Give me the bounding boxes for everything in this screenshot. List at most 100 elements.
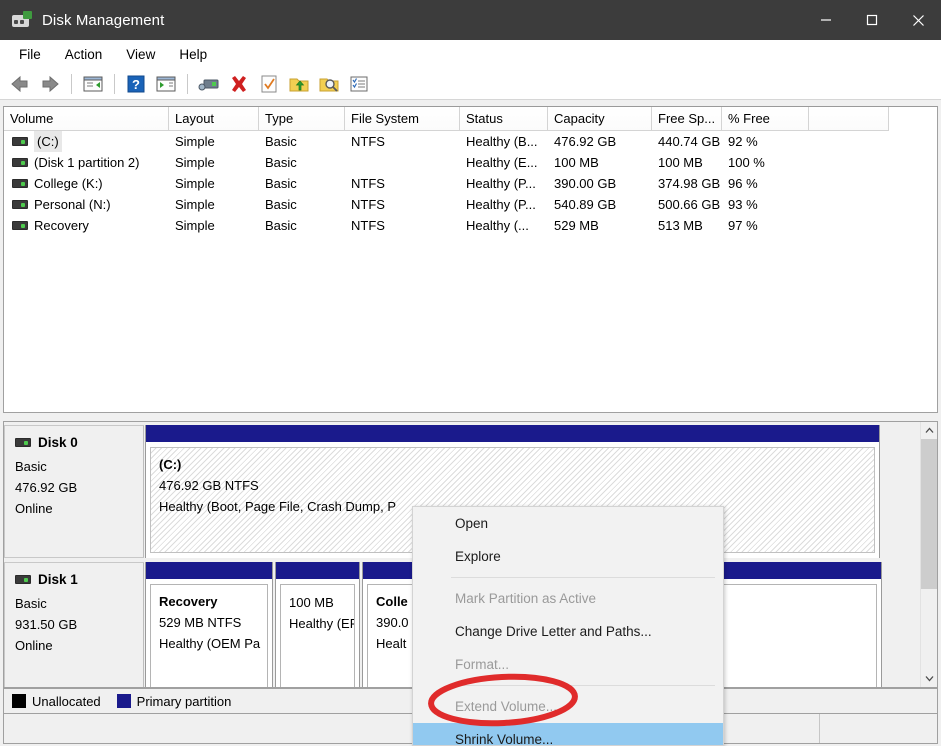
disk-state: Online [15, 638, 53, 653]
volume-list-body[interactable]: (C:) Simple Basic NTFS Healthy (B... 476.92 G… [4, 131, 937, 236]
type-cell: Basic [265, 134, 297, 149]
pane-splitter[interactable] [3, 414, 938, 421]
disk-name-label: Disk 0 [38, 435, 78, 450]
table-row[interactable]: Personal (N:) Simple Basic NTFS Healthy (P..… [4, 194, 937, 215]
partition-block[interactable]: Recovery 529 MB NTFS Healthy (OEM Pa [145, 562, 273, 687]
properties-icon[interactable] [257, 72, 281, 96]
partition-size-filesystem: 529 MB NTFS [159, 615, 242, 630]
close-button[interactable] [895, 0, 941, 40]
status-cell: Healthy (P... [466, 176, 536, 191]
partition-status: Healthy (OEM Pa [159, 636, 261, 651]
file-system-cell: NTFS [351, 218, 385, 233]
layout-cell: Simple [175, 155, 215, 170]
drive-icon [12, 200, 28, 209]
partition-block[interactable]: 100 MB Healthy (EF [275, 562, 360, 687]
disk-info-panel[interactable]: Disk 1 Basic 931.50 GB Online [4, 562, 144, 687]
percent-free-cell: 96 % [728, 176, 758, 191]
free-space-cell: 440.74 GB [658, 134, 721, 149]
window-controls [803, 0, 941, 40]
disk-view-scrollbar[interactable] [920, 422, 937, 687]
menu-action[interactable]: Action [54, 44, 114, 65]
volume-name: College (K:) [34, 176, 103, 191]
context-menu-item-shrink-volume[interactable]: Shrink Volume... [413, 723, 723, 745]
column-header-volume[interactable]: Volume [4, 107, 169, 131]
column-header-blank[interactable] [809, 107, 889, 131]
type-cell: Basic [265, 155, 297, 170]
context-menu-separator [451, 577, 715, 578]
volume-name: (Disk 1 partition 2) [34, 155, 140, 170]
scroll-down-arrow[interactable] [921, 670, 937, 687]
search-icon[interactable] [317, 72, 341, 96]
table-row[interactable]: (C:) Simple Basic NTFS Healthy (B... 476.92 G… [4, 131, 937, 152]
column-header-free-sp[interactable]: Free Sp... [652, 107, 722, 131]
export-list-icon[interactable] [287, 72, 311, 96]
layout-cell: Simple [175, 197, 215, 212]
percent-free-cell: 100 % [728, 155, 765, 170]
status-cell: Healthy (P... [466, 197, 536, 212]
column-header-file-system[interactable]: File System [345, 107, 460, 131]
scroll-up-arrow[interactable] [921, 422, 937, 439]
window-title: Disk Management [42, 11, 165, 29]
drive-icon [12, 179, 28, 188]
type-cell: Basic [265, 197, 297, 212]
context-menu-item-open[interactable]: Open [413, 507, 723, 540]
column-header-free[interactable]: % Free [722, 107, 809, 131]
context-menu-item-explore[interactable]: Explore [413, 540, 723, 573]
volume-name: Recovery [34, 218, 89, 233]
menu-view[interactable]: View [115, 44, 166, 65]
toolbar-separator [114, 73, 115, 94]
show-hide-console-tree-icon[interactable] [81, 72, 105, 96]
free-space-cell: 100 MB [658, 155, 703, 170]
disk-icon [15, 438, 31, 447]
context-menu-item-format: Format... [455, 657, 510, 672]
volume-list-header: Volume Layout Type File System Status Capacit… [4, 107, 937, 131]
disk-name: Disk 0 [15, 435, 143, 450]
view-options-icon[interactable] [347, 72, 371, 96]
column-header-capacity[interactable]: Capacity [548, 107, 652, 131]
forward-icon[interactable] [38, 72, 62, 96]
scroll-thumb[interactable] [921, 439, 937, 589]
partition-label: (C:) [159, 457, 182, 472]
disk-type: Basic [15, 596, 47, 611]
legend-swatch-unallocated [12, 694, 26, 708]
column-header-layout[interactable]: Layout [169, 107, 259, 131]
menu-bar: File Action View Help [0, 40, 941, 68]
disk-management-window: Disk Management File Action View Help ? … [0, 0, 941, 746]
drive-icon [12, 221, 28, 230]
table-row[interactable]: (Disk 1 partition 2) Simple Basic Healthy (… [4, 152, 937, 173]
menu-file[interactable]: File [8, 44, 52, 65]
disk-size: 931.50 GB [15, 617, 78, 632]
show-hide-action-pane-icon[interactable] [154, 72, 178, 96]
legend-swatch-primary-partition [116, 694, 131, 708]
partition-context-menu[interactable]: Open Explore Mark Partition as Active Chang… [412, 506, 724, 746]
layout-cell: Simple [175, 176, 215, 191]
delete-icon[interactable] [227, 72, 251, 96]
disk-name-label: Disk 1 [38, 572, 78, 587]
column-header-type[interactable]: Type [259, 107, 345, 131]
back-icon[interactable] [8, 72, 32, 96]
disk-type: Basic [15, 459, 47, 474]
free-space-cell: 374.98 GB [658, 176, 721, 191]
context-menu-item-mark-partition-as-active: Mark Partition as Active [455, 591, 597, 606]
maximize-button[interactable] [849, 0, 895, 40]
table-row[interactable]: College (K:) Simple Basic NTFS Healthy (P...… [4, 173, 937, 194]
column-header-status[interactable]: Status [460, 107, 548, 131]
volume-list[interactable]: Volume Layout Type File System Status Capacit… [3, 106, 938, 413]
volume-cell: College (K:) [4, 173, 169, 194]
disk-info-panel[interactable]: Disk 0 Basic 476.92 GB Online [4, 425, 144, 558]
type-cell: Basic [265, 218, 297, 233]
capacity-cell: 390.00 GB [554, 176, 617, 191]
volume-cell: Recovery [4, 215, 169, 236]
minimize-button[interactable] [803, 0, 849, 40]
help-icon[interactable]: ? [124, 72, 148, 96]
table-row[interactable]: Recovery Simple Basic NTFS Healthy (... 529 M… [4, 215, 937, 236]
legend-label-unallocated: Unallocated [32, 693, 101, 709]
toolbar-separator [71, 73, 72, 94]
capacity-cell: 529 MB [554, 218, 599, 233]
file-system-cell: NTFS [351, 176, 385, 191]
menu-help[interactable]: Help [168, 44, 218, 65]
context-menu-item-change-drive-letter-and-paths[interactable]: Change Drive Letter and Paths... [413, 615, 723, 648]
percent-free-cell: 97 % [728, 218, 758, 233]
rescan-disks-icon[interactable] [197, 72, 221, 96]
layout-cell: Simple [175, 218, 215, 233]
